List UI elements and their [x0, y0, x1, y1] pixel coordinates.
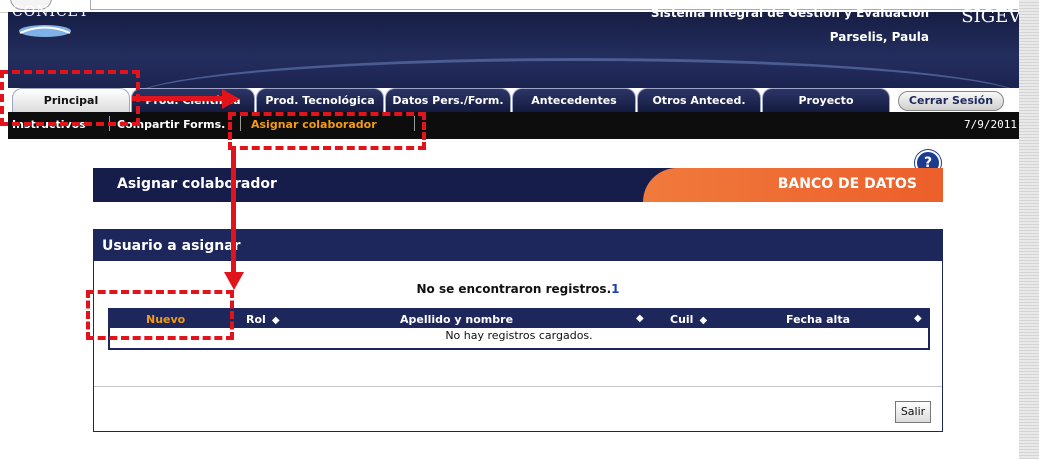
annotation-principal-highlight	[0, 70, 140, 126]
no-records-text: No se encontraron registros.	[416, 282, 612, 296]
column-fecha-alta[interactable]: Fecha alta	[786, 313, 850, 326]
panel-divider	[94, 386, 942, 387]
page-number-link[interactable]: 1	[611, 282, 619, 296]
conicet-logo: CONICET	[12, 4, 90, 20]
column-cuil-label: Cuil	[670, 313, 694, 326]
current-date: 7/9/2011	[964, 118, 1017, 131]
page-scrollbar[interactable]	[1019, 0, 1039, 459]
panel-header: Usuario a asignar	[94, 230, 942, 261]
logout-button[interactable]: Cerrar Sesión	[898, 91, 1004, 111]
tab-proyecto[interactable]: Proyecto	[762, 88, 890, 112]
column-rol-label: Rol	[246, 313, 266, 326]
system-title: Sistema Integral de Gestión y Evaluación	[650, 6, 929, 20]
exit-button[interactable]: Salir	[895, 401, 931, 423]
annotation-submenu-highlight	[228, 112, 426, 150]
user-name: Parselis, Paula	[829, 30, 929, 44]
tab-antecedentes[interactable]: Antecedentes	[512, 88, 636, 112]
panel-title: Usuario a asignar	[102, 238, 241, 254]
tab-datos-personales[interactable]: Datos Pers./Form.	[385, 88, 511, 112]
tab-prod-tecnologica[interactable]: Prod. Tecnológica	[256, 88, 384, 112]
column-rol[interactable]: Rol ◆	[246, 313, 280, 326]
sort-icon: ◆	[271, 315, 280, 326]
tab-otros-antecedentes[interactable]: Otros Anteced.	[637, 88, 761, 112]
arrow-down-icon	[224, 272, 244, 290]
section-label: BANCO DE DATOS	[777, 176, 917, 192]
annotation-arrow-line	[231, 146, 236, 276]
sort-icon[interactable]: ◆	[914, 313, 922, 324]
sort-icon: ◆	[699, 315, 708, 326]
title-banner: Asignar colaborador BANCO DE DATOS	[93, 168, 943, 202]
annotation-arrow-line	[132, 96, 228, 101]
annotation-nuevo-highlight	[86, 290, 234, 340]
column-cuil[interactable]: Cuil ◆	[670, 313, 707, 326]
page-title: Asignar colaborador	[117, 176, 277, 192]
column-apellido-nombre[interactable]: Apellido y nombre	[400, 313, 513, 326]
conicet-logo-mark-icon	[19, 25, 71, 37]
sort-icon[interactable]: ◆	[636, 313, 644, 324]
header-swoosh	[128, 58, 1019, 88]
app-header	[8, 12, 1019, 88]
arrow-right-icon	[222, 89, 240, 109]
